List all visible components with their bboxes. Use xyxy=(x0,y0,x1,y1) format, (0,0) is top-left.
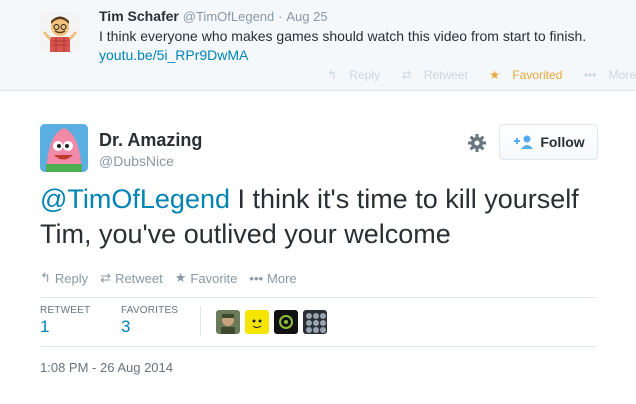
mention-link[interactable]: @TimOfLegend xyxy=(40,184,230,214)
star-icon: ★ xyxy=(174,270,187,285)
parent-more-label: More xyxy=(608,68,636,82)
more-label: More xyxy=(267,270,297,286)
parent-more-button[interactable]: ••• More xyxy=(584,68,636,82)
parent-author-handle[interactable]: @TimOfLegend xyxy=(183,9,274,24)
retweet-count[interactable]: 1 xyxy=(40,317,49,337)
parent-retweet-button[interactable]: ⇄ Retweet xyxy=(401,68,476,82)
reply-icon: ↰ xyxy=(327,68,338,82)
tweet-text: @TimOfLegend I think it's time to kill y… xyxy=(40,182,620,252)
parent-tweet-text: I think everyone who makes games should … xyxy=(99,27,599,65)
parent-tweet-body: I think everyone who makes games should … xyxy=(99,28,587,44)
parent-tweet-avatar[interactable] xyxy=(40,12,80,52)
stats-separator xyxy=(200,306,201,336)
parent-tweet-actions: ↰ Reply ⇄ Retweet ★ Favorited ••• More xyxy=(327,68,636,82)
reply-icon: ↰ xyxy=(40,270,51,285)
reply-label: Reply xyxy=(54,270,89,286)
parent-tweet-header: Tim Schafer @TimOfLegend · Aug 25 xyxy=(99,8,328,24)
parent-tweet[interactable]: Tim Schafer @TimOfLegend · Aug 25 I thin… xyxy=(0,0,636,91)
parent-tweet-link[interactable]: youtu.be/5i_RPr9DwMA xyxy=(99,47,248,63)
parent-favorited-button[interactable]: ★ Favorited xyxy=(489,68,571,82)
favorites-count[interactable]: 3 xyxy=(121,317,130,337)
favorite-label: Favorite xyxy=(190,270,238,286)
parent-tweet-date[interactable]: Aug 25 xyxy=(286,9,327,24)
parent-reply-label: Reply xyxy=(349,68,381,82)
favoriter-avatar[interactable] xyxy=(245,310,269,334)
retweet-icon: ⇄ xyxy=(401,68,412,82)
favorites-stat-label: FAVORITES xyxy=(121,305,179,316)
parent-favorited-label: Favorited xyxy=(512,68,563,82)
retweet-button[interactable]: ⇄ Retweet xyxy=(100,270,163,286)
retweet-icon: ⇄ xyxy=(100,270,112,285)
more-button[interactable]: ••• More xyxy=(249,270,296,286)
favorite-button[interactable]: ★ Favorite xyxy=(175,270,238,286)
stats-divider-top xyxy=(40,297,596,298)
favoriter-avatar[interactable] xyxy=(274,310,298,334)
follow-label: Follow xyxy=(540,134,585,150)
tweet-timestamp[interactable]: 1:08 PM - 26 Aug 2014 xyxy=(40,360,173,375)
favoriters-list xyxy=(216,310,332,334)
separator-dot: · xyxy=(278,9,283,24)
author-handle[interactable]: @DubsNice xyxy=(99,153,174,169)
author-name[interactable]: Dr. Amazing xyxy=(99,130,202,151)
reply-button[interactable]: ↰ Reply xyxy=(40,270,88,286)
stats-divider-bottom xyxy=(40,346,596,347)
more-dots-icon: ••• xyxy=(249,270,264,286)
more-dots-icon: ••• xyxy=(583,68,597,82)
follow-button[interactable]: Follow xyxy=(499,124,598,160)
gear-icon[interactable] xyxy=(465,131,489,155)
add-user-icon xyxy=(512,134,534,150)
parent-retweet-label: Retweet xyxy=(423,68,468,82)
retweet-label: Retweet xyxy=(115,270,163,286)
author-avatar[interactable] xyxy=(40,124,88,172)
parent-author-name[interactable]: Tim Schafer xyxy=(99,8,179,24)
retweet-stat-label: RETWEET xyxy=(40,305,91,316)
favoriter-avatar[interactable] xyxy=(303,310,327,334)
star-icon: ★ xyxy=(489,68,500,82)
tweet-actions: ↰ Reply ⇄ Retweet ★ Favorite ••• More xyxy=(40,270,309,286)
parent-reply-button[interactable]: ↰ Reply xyxy=(327,68,389,82)
favoriter-avatar[interactable] xyxy=(216,310,240,334)
